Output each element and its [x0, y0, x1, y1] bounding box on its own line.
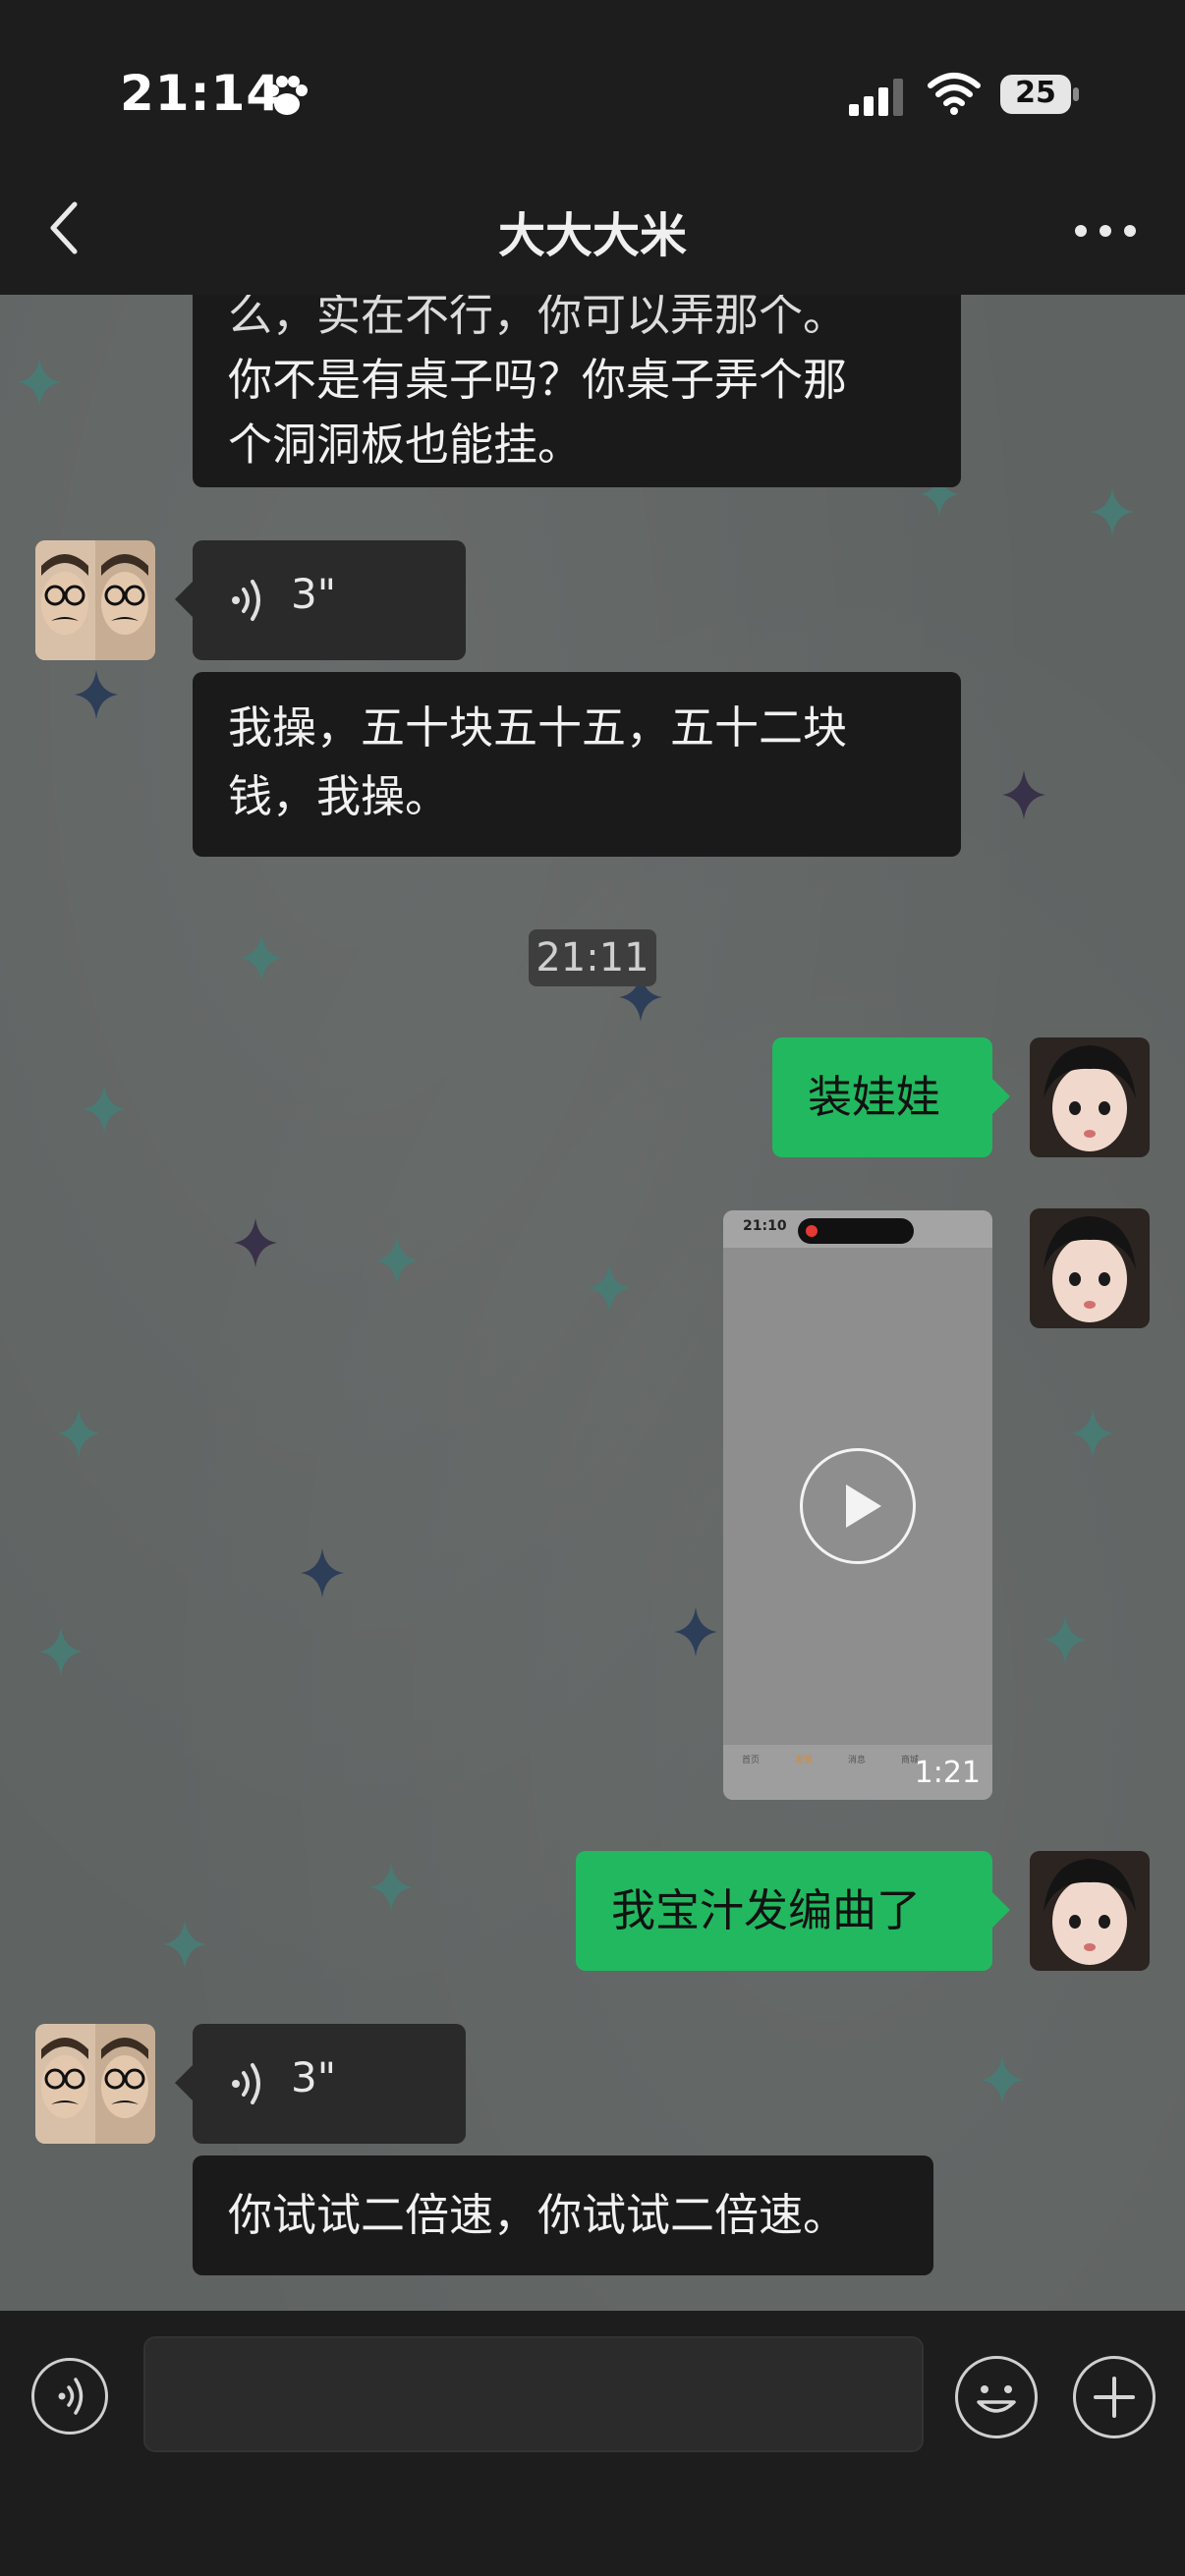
sparkle-icon [234, 1218, 277, 1267]
sparkle-icon [301, 1548, 344, 1597]
sparkle-icon [1071, 1409, 1114, 1458]
message-text: 你不是有桌子吗？你桌子弄个那 [228, 354, 848, 406]
message-text: 个洞洞板也能挂。 [228, 419, 583, 471]
battery-icon: 25 [1000, 75, 1079, 116]
avatar[interactable] [1030, 1037, 1150, 1157]
sparkle-icon [1002, 770, 1045, 819]
page-title: 大大大米 [497, 208, 687, 263]
signal-icon [849, 79, 903, 116]
voice-message[interactable]: 3" [193, 540, 466, 660]
video-message[interactable]: 21:10 首页 发现 消息 商城 1:21 [723, 1210, 992, 1800]
sparkle-icon [375, 1236, 419, 1285]
message-bubble-incoming[interactable]: 么，实在不行，你可以弄那个。 你不是有桌子吗？你桌子弄个那 个洞洞板也能挂。 [193, 295, 961, 487]
paw-icon [267, 76, 308, 115]
video-preview-time: 21:10 [743, 1218, 787, 1234]
voice-duration: 3" [291, 2053, 337, 2101]
sparkle-icon [83, 1085, 126, 1134]
sparkle-icon [674, 1607, 717, 1656]
sparkle-icon [981, 2055, 1024, 2104]
voice-wave-icon [232, 2063, 260, 2104]
wifi-icon [928, 73, 981, 115]
play-icon[interactable] [800, 1448, 916, 1564]
sparkle-icon [369, 1863, 413, 1912]
video-preview-tab: 首页 [741, 1756, 760, 1765]
sparkle-icon [240, 933, 283, 982]
sparkle-icon [1044, 1615, 1087, 1664]
avatar[interactable] [1030, 1851, 1150, 1971]
sparkle-icon [75, 670, 118, 719]
avatar[interactable] [35, 2024, 155, 2144]
avatar[interactable] [35, 540, 155, 660]
video-preview-tab: 消息 [847, 1756, 866, 1765]
video-duration: 1:21 [914, 1756, 981, 1790]
message-bubble-outgoing[interactable]: 装娃娃 [772, 1037, 992, 1157]
message-bubble-incoming[interactable]: 你试试二倍速，你试试二倍速。 [193, 2156, 933, 2275]
message-bubble-incoming[interactable]: 我操，五十块五十五，五十二块 钱，我操。 [193, 672, 961, 857]
battery-level: 25 [1015, 76, 1056, 110]
message-text: 装娃娃 [808, 1071, 941, 1123]
message-text: 你试试二倍速，你试试二倍速。 [228, 2189, 848, 2241]
message-bubble-outgoing[interactable]: 我宝汁发编曲了 [576, 1851, 992, 1971]
message-text: 钱，我操。 [228, 770, 450, 822]
top-bar: 21:14 25 大大大米 [0, 0, 1185, 295]
video-preview-tab: 发现 [794, 1756, 813, 1765]
video-preview-statusbar: 21:10 [723, 1210, 992, 1248]
voice-wave-icon [232, 580, 260, 621]
dynamic-island [798, 1218, 914, 1244]
voice-message[interactable]: 3" [193, 2024, 466, 2144]
input-bar [0, 2311, 1185, 2576]
chat-area[interactable]: 么，实在不行，你可以弄那个。 你不是有桌子吗？你桌子弄个那 个洞洞板也能挂。 3… [0, 295, 1185, 2311]
message-input[interactable] [143, 2336, 924, 2452]
message-text: 我操，五十块五十五，五十二块 [228, 701, 848, 754]
more-horizontal-icon[interactable] [1071, 216, 1140, 246]
sparkle-icon [588, 1263, 631, 1313]
sparkle-icon [1091, 487, 1134, 536]
timestamp: 21:11 [529, 929, 656, 986]
emoji-icon[interactable] [955, 2356, 1038, 2438]
message-text: 我宝汁发编曲了 [611, 1884, 922, 1936]
voice-icon[interactable] [31, 2358, 108, 2435]
sparkle-icon [57, 1409, 100, 1458]
status-time: 21:14 [120, 65, 282, 122]
sparkle-icon [18, 358, 61, 407]
sparkle-icon [39, 1627, 83, 1676]
sparkle-icon [163, 1920, 206, 1969]
avatar[interactable] [1030, 1208, 1150, 1328]
message-text: 么，实在不行，你可以弄那个。 [228, 295, 848, 341]
voice-duration: 3" [291, 570, 337, 618]
plus-icon[interactable] [1073, 2356, 1156, 2438]
